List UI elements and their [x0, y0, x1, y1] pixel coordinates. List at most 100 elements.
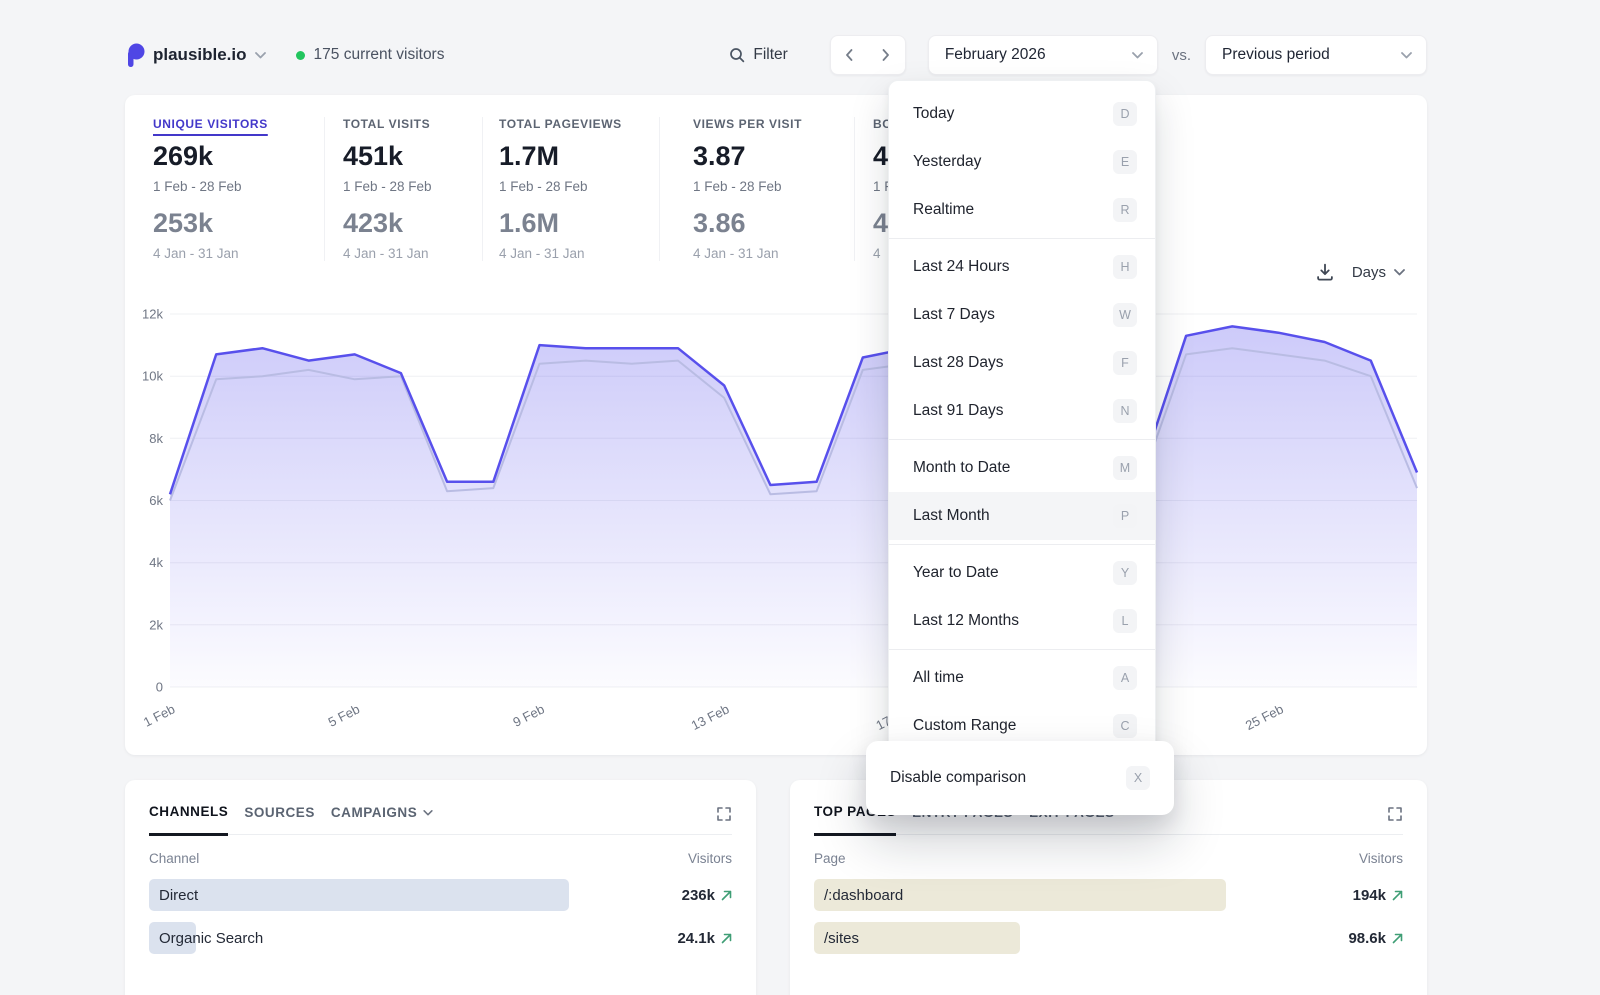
menu-item-label: Last 12 Months	[913, 612, 1019, 630]
column-name: Page	[814, 851, 846, 866]
stat-period: 1 Feb - 28 Feb	[153, 179, 324, 194]
stat-total-pageviews[interactable]: TOTAL PAGEVIEWS 1.7M 1 Feb - 28 Feb 1.6M…	[499, 117, 660, 261]
tab-sources[interactable]: SOURCES	[244, 805, 315, 834]
menu-item-label: All time	[913, 669, 964, 687]
disable-comparison-item[interactable]: Disable comparison X	[866, 741, 1174, 815]
menu-item-last-28-days[interactable]: Last 28 Days F	[889, 339, 1155, 387]
menu-item-month-to-date[interactable]: Month to Date M	[889, 444, 1155, 492]
shortcut-key-badge: C	[1113, 714, 1137, 738]
menu-item-label: Last 24 Hours	[913, 258, 1010, 276]
menu-item-label: Today	[913, 105, 954, 123]
row-name: /sites	[814, 930, 859, 947]
stat-value: 3.87	[693, 141, 854, 172]
menu-item-last-91-days[interactable]: Last 91 Days N	[889, 387, 1155, 435]
menu-item-last-12-months[interactable]: Last 12 Months L	[889, 597, 1155, 645]
interval-select[interactable]: Days	[1352, 264, 1405, 281]
menu-item-label: Realtime	[913, 201, 974, 219]
shortcut-key-badge: H	[1113, 255, 1137, 279]
filter-button[interactable]: Filter	[729, 46, 787, 64]
row-organic-search[interactable]: Organic Search 24.1k	[149, 922, 732, 954]
date-range-menu: Today D Yesterday E Realtime R Last 24 H…	[888, 80, 1156, 760]
current-visitors-link[interactable]: 175 current visitors	[296, 46, 445, 64]
stat-prev-value: 1.6M	[499, 208, 659, 239]
chevron-right-icon	[882, 49, 890, 61]
interval-value: Days	[1352, 264, 1386, 281]
site-name: plausible.io	[153, 45, 247, 65]
shortcut-key-badge: M	[1113, 456, 1137, 480]
menu-item-today[interactable]: Today D	[889, 90, 1155, 138]
trend-up-arrow-icon	[721, 933, 732, 944]
chevron-down-icon	[423, 810, 433, 816]
row-value: 98.6k	[1348, 930, 1386, 947]
menu-item-year-to-date[interactable]: Year to Date Y	[889, 549, 1155, 597]
main-dashboard-card: UNIQUE VISITORS 269k 1 Feb - 28 Feb 253k…	[125, 95, 1427, 755]
date-range-value: February 2026	[945, 46, 1046, 64]
shortcut-key-badge: P	[1113, 504, 1137, 528]
tab-label: SOURCES	[244, 805, 315, 820]
stat-label: TOTAL VISITS	[343, 117, 430, 131]
tab-channels[interactable]: CHANNELS	[149, 804, 228, 836]
tab-campaigns[interactable]: CAMPAIGNS	[331, 805, 433, 834]
site-picker[interactable]: plausible.io	[125, 43, 266, 67]
stat-total-visits[interactable]: TOTAL VISITS 451k 1 Feb - 28 Feb 423k 4 …	[343, 117, 483, 261]
row-name: Direct	[149, 887, 198, 904]
stat-prev-period: 4 Jan - 31 Jan	[499, 246, 659, 261]
menu-item-last-7-days[interactable]: Last 7 Days W	[889, 291, 1155, 339]
channels-panel: CHANNELS SOURCES CAMPAIGNS Channel Visit…	[125, 780, 756, 995]
expand-icon[interactable]	[1387, 806, 1403, 822]
stat-prev-value: 423k	[343, 208, 482, 239]
menu-item-label: Month to Date	[913, 459, 1010, 477]
stat-period: 1 Feb - 28 Feb	[343, 179, 482, 194]
topbar: plausible.io 175 current visitors Filter…	[125, 34, 1427, 76]
svg-text:12k: 12k	[142, 307, 163, 322]
row-sites-page[interactable]: /sites 98.6k	[814, 922, 1403, 954]
stat-prev-period: 4 Jan - 31 Jan	[153, 246, 324, 261]
next-period-arrow-button[interactable]	[868, 36, 905, 74]
filter-label: Filter	[753, 46, 787, 64]
menu-item-last-24-hours[interactable]: Last 24 Hours H	[889, 243, 1155, 291]
row-dashboard-page[interactable]: /:dashboard 194k	[814, 879, 1403, 911]
tab-label: CHANNELS	[149, 804, 228, 819]
column-value: Visitors	[688, 851, 732, 866]
comparison-value: Previous period	[1222, 46, 1330, 64]
stat-unique-visitors[interactable]: UNIQUE VISITORS 269k 1 Feb - 28 Feb 253k…	[153, 117, 325, 261]
shortcut-key-badge: Y	[1113, 561, 1137, 585]
date-range-select[interactable]: February 2026	[928, 35, 1158, 75]
download-icon[interactable]	[1316, 263, 1334, 281]
stat-views-per-visit[interactable]: VIEWS PER VISIT 3.87 1 Feb - 28 Feb 3.86…	[693, 117, 855, 261]
menu-item-label: Custom Range	[913, 717, 1016, 735]
menu-item-label: Last 7 Days	[913, 306, 995, 324]
tab-label: CAMPAIGNS	[331, 805, 417, 820]
menu-item-realtime[interactable]: Realtime R	[889, 186, 1155, 234]
expand-icon[interactable]	[716, 806, 732, 822]
previous-period-arrow-button[interactable]	[831, 36, 868, 74]
chart-controls: Days	[1316, 263, 1405, 281]
comparison-select[interactable]: Previous period	[1205, 35, 1427, 75]
stat-label: TOTAL PAGEVIEWS	[499, 117, 622, 131]
stat-value: 1.7M	[499, 141, 659, 172]
pages-rows: /:dashboard 194k /sites 98.6k	[814, 879, 1403, 954]
shortcut-key-badge: A	[1113, 666, 1137, 690]
menu-item-last-month[interactable]: Last Month P	[889, 492, 1155, 540]
svg-text:9 Feb: 9 Feb	[510, 701, 546, 729]
chevron-down-icon	[1394, 269, 1405, 276]
menu-item-all-time[interactable]: All time A	[889, 654, 1155, 702]
svg-text:8k: 8k	[149, 431, 163, 446]
menu-item-label: Disable comparison	[890, 769, 1026, 787]
shortcut-key-badge: L	[1113, 609, 1137, 633]
channels-column-headers: Channel Visitors	[149, 851, 732, 866]
period-nav	[830, 35, 906, 75]
row-direct[interactable]: Direct 236k	[149, 879, 732, 911]
row-name: /:dashboard	[814, 887, 903, 904]
svg-text:6k: 6k	[149, 493, 163, 508]
menu-group: Year to Date Y Last 12 Months L	[889, 544, 1155, 649]
menu-item-label: Last Month	[913, 507, 990, 525]
stat-prev-period: 4 Jan - 31 Jan	[693, 246, 854, 261]
svg-text:2k: 2k	[149, 617, 163, 632]
svg-text:13 Feb: 13 Feb	[689, 701, 732, 733]
trend-up-arrow-icon	[721, 890, 732, 901]
visitors-chart: 02k4k6k8k10k12k1 Feb5 Feb9 Feb13 Feb17 F…	[125, 300, 1427, 750]
svg-text:0: 0	[156, 680, 163, 695]
menu-item-yesterday[interactable]: Yesterday E	[889, 138, 1155, 186]
stat-value: 451k	[343, 141, 482, 172]
